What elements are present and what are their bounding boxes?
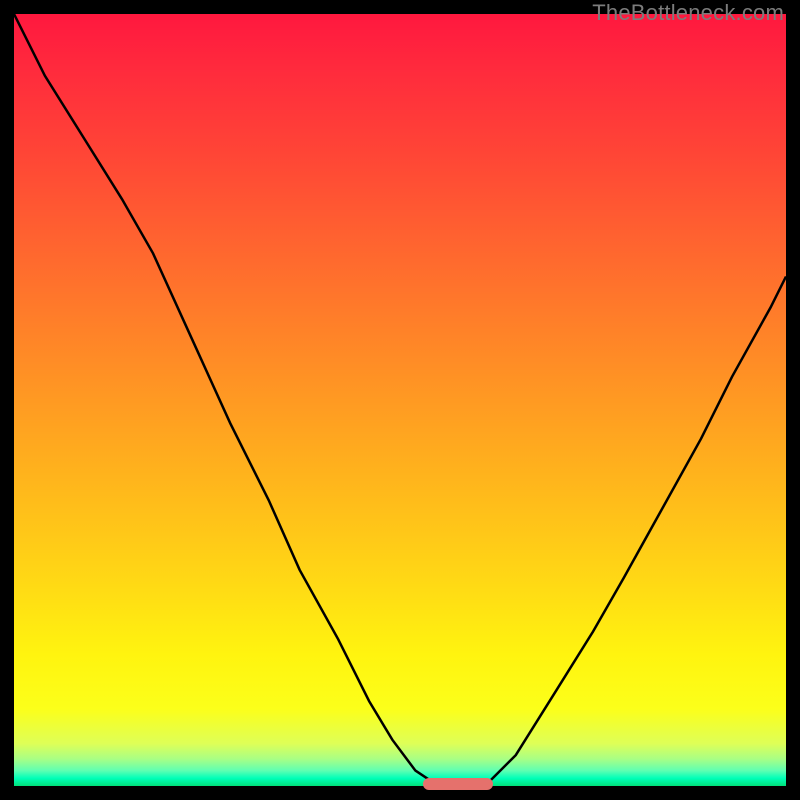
min-marker-pill [423, 778, 492, 790]
attribution-text: TheBottleneck.com [592, 0, 784, 26]
plot-area [14, 14, 786, 786]
bottleneck-curve [14, 14, 786, 786]
curve-left-branch [14, 14, 439, 786]
chart-frame: TheBottleneck.com [0, 0, 800, 800]
curve-right-branch [485, 277, 786, 787]
